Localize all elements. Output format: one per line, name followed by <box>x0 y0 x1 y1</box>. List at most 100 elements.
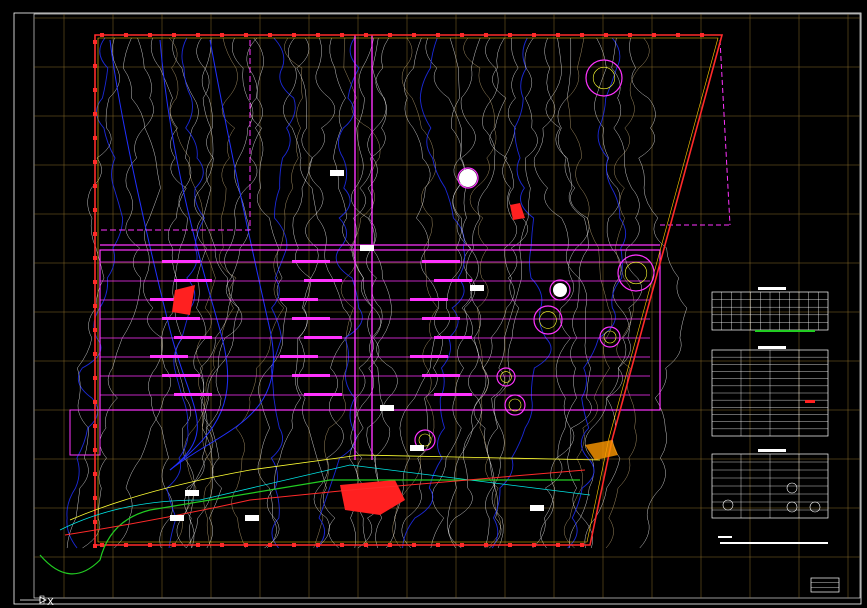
contour-line <box>122 37 173 549</box>
table-highlight <box>755 330 815 332</box>
boundary-marker <box>388 33 392 37</box>
boundary-marker <box>556 33 560 37</box>
contour-line <box>567 37 627 549</box>
pond-inner-circle <box>508 398 522 412</box>
boundary-marker <box>93 64 97 68</box>
terrain-contours <box>66 37 688 549</box>
label-box <box>185 490 199 496</box>
boundary-marker <box>628 33 632 37</box>
pond-inner-circle <box>592 66 616 90</box>
label-box <box>170 515 184 521</box>
boundary-marker <box>196 543 200 547</box>
boundary-marker <box>93 280 97 284</box>
building-block <box>280 298 318 301</box>
red-zone <box>510 203 525 220</box>
building-block <box>162 374 200 377</box>
red-zone <box>172 285 195 315</box>
pond-circle <box>496 367 516 387</box>
title-line <box>720 542 828 544</box>
building-block <box>292 374 330 377</box>
boundary-marker <box>244 543 248 547</box>
building-block <box>280 355 318 358</box>
boundary-marker <box>148 543 152 547</box>
building-block <box>434 393 472 396</box>
label-box <box>410 445 424 451</box>
contour-line <box>491 37 552 549</box>
building-block <box>292 260 330 263</box>
boundary-marker <box>604 33 608 37</box>
contour-line <box>253 37 288 549</box>
boundary-marker <box>340 33 344 37</box>
legend-symbol <box>786 482 798 494</box>
boundary-marker <box>93 304 97 308</box>
dashed-lot-line <box>100 40 251 231</box>
contour-line <box>425 37 476 549</box>
boundary-marker <box>93 544 97 548</box>
label-box <box>245 515 259 521</box>
contour-line <box>449 37 504 549</box>
hatched-zone <box>585 440 618 460</box>
title-line <box>718 536 732 538</box>
boundary-marker <box>93 448 97 452</box>
building-block <box>304 393 342 396</box>
boundary-marker <box>93 496 97 500</box>
building-block <box>304 279 342 282</box>
building-block <box>422 374 460 377</box>
building-block <box>174 393 212 396</box>
ucs-x-label: X <box>47 597 54 608</box>
legend-symbol <box>722 499 734 511</box>
building-block <box>174 336 212 339</box>
building-block <box>410 298 448 301</box>
pond-circle <box>617 254 655 292</box>
cad-drawing-viewport[interactable]: X <box>0 0 867 608</box>
boundary-marker <box>460 543 464 547</box>
contour-line <box>463 37 501 549</box>
boundary-marker <box>484 543 488 547</box>
contour-line <box>357 37 398 549</box>
boundary-marker <box>93 160 97 164</box>
label-box <box>530 505 544 511</box>
boundary-marker <box>93 472 97 476</box>
boundary-marker <box>340 543 344 547</box>
contour-line <box>201 37 238 549</box>
building-block <box>410 355 448 358</box>
contour-major-line <box>109 39 198 471</box>
coordinate-grid <box>34 14 860 598</box>
boundary-marker <box>93 184 97 188</box>
boundary-marker <box>93 112 97 116</box>
boundary-marker <box>244 33 248 37</box>
boundary-marker <box>412 33 416 37</box>
contour-line <box>283 37 352 549</box>
boundary-marker <box>268 33 272 37</box>
contour-line <box>270 37 296 549</box>
boundary-marker <box>100 543 104 547</box>
boundary-marker <box>316 543 320 547</box>
boundary-marker <box>388 543 392 547</box>
boundary-marker <box>652 33 656 37</box>
boundary-marker <box>700 33 704 37</box>
boundary-marker <box>93 328 97 332</box>
site-plan-drawing[interactable]: X <box>0 0 867 608</box>
boundary-marker <box>508 543 512 547</box>
boundary-marker <box>93 40 97 44</box>
legend-symbol <box>809 501 821 513</box>
boundary-marker <box>364 33 368 37</box>
boundary-marker <box>93 520 97 524</box>
dashed-boundary <box>719 39 731 226</box>
building-block <box>162 317 200 320</box>
boundary-marker <box>220 33 224 37</box>
label-box <box>360 245 374 251</box>
building-block <box>422 317 460 320</box>
table-highlight <box>805 400 815 403</box>
boundary-marker <box>316 33 320 37</box>
contour-line <box>402 37 466 549</box>
building-block <box>304 336 342 339</box>
pond-circle <box>585 59 623 97</box>
boundary-marker <box>93 208 97 212</box>
building-block <box>434 336 472 339</box>
boundary-marker <box>93 352 97 356</box>
site-roads <box>69 35 731 460</box>
building-block <box>174 279 212 282</box>
boundary-marker <box>93 376 97 380</box>
label-box <box>470 285 484 291</box>
